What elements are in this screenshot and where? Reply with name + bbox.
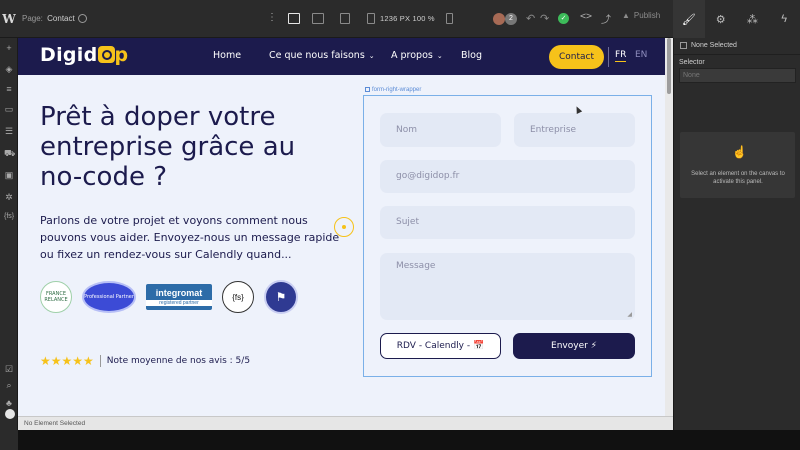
partner-badges: FRANCE RELANCE Professional Partner inte… [40,280,298,314]
pages-icon[interactable]: ▭ [4,104,14,114]
rating-row: ★★★★★ Note moyenne de nos avis : 5/5 [40,354,250,368]
desktop-star-icon[interactable] [288,13,300,24]
pointer-click-icon: ☝ [732,145,747,159]
chevron-down-icon: ⌄ [436,52,443,60]
page-key-label: Page: [22,14,43,23]
nav-what-we-do[interactable]: Ce que nous faisons ⌄ [269,50,375,61]
power-logo-icon [97,46,115,63]
users-icon[interactable]: ♣ [4,398,14,408]
lang-divider [608,47,609,67]
page-name: Contact [47,14,75,23]
integromat-badge: integromat registered partner [146,284,212,310]
nav-blog[interactable]: Blog [461,50,482,61]
finsweet-icon[interactable]: {fs} [4,212,14,222]
lang-en-link[interactable]: EN [635,50,647,60]
name-field[interactable]: Nom [380,113,501,147]
collaborator-count-avatar[interactable]: 2 [505,13,517,25]
style-panel: None Selected Selector None ☝ Select an … [673,38,800,450]
rating-text: Note moyenne de nos avis : 5/5 [106,356,251,366]
digidop-logo[interactable]: Digid p [40,44,128,66]
professional-partner-badge: Professional Partner [82,281,136,313]
bottom-strip [0,430,800,450]
share-icon[interactable]: ⤴ [601,11,611,26]
mobile-landscape-icon[interactable] [367,13,375,24]
mobile-icon[interactable] [446,13,453,24]
search-icon[interactable]: ⌕ [4,380,14,390]
rocket-icon: ▲ [622,11,630,20]
code-export-icon[interactable]: <> [580,11,592,22]
tablet-icon[interactable] [340,13,350,24]
publish-button[interactable]: ▲ Publish [622,11,660,20]
send-button[interactable]: Envoyer ⚡ [513,333,635,359]
interactions-bolt-icon[interactable]: ϟ [768,0,800,38]
element-box-icon [680,42,687,49]
style-brush-icon[interactable]: 🖌 [673,0,705,38]
add-panel-icon[interactable]: + [4,43,14,53]
cms-icon[interactable]: ☰ [4,126,14,136]
custom-cursor-icon [334,217,354,237]
preview-eye-icon[interactable] [78,14,87,23]
chevron-down-icon: ⌄ [368,52,375,60]
form-wrapper-tag[interactable]: form-right-wrapper [365,87,421,93]
email-field[interactable]: go@digidop.fr [380,160,635,193]
assets-icon[interactable]: ▣ [4,170,14,180]
saved-check-icon: ✓ [558,13,569,24]
design-canvas[interactable]: Digid p Home Ce que nous faisons ⌄ A propo… [18,38,673,416]
subject-field[interactable]: Sujet [380,206,635,239]
symbols-icon[interactable]: ◈ [4,64,14,74]
panel-tabs: 🖌 ⚙ ⁂ ϟ [673,0,800,38]
ecommerce-cart-icon[interactable]: ⛟ [4,148,15,158]
empty-state-hint: ☝ Select an element on the canvas to act… [680,132,795,198]
left-toolbar: + ◈ ≡ ▭ ☰ ⛟ ▣ ✲ {fs} ☑ ⌕ ♣ [0,38,18,450]
france-relance-badge: FRANCE RELANCE [40,281,72,313]
contact-button[interactable]: Contact [549,45,604,69]
lang-fr-link[interactable]: FR [615,50,627,62]
breadcrumb-status-bar: No Element Selected [18,416,673,430]
audit-check-icon[interactable]: ☑ [4,364,14,374]
webflow-logo[interactable]: W [0,0,18,38]
settings-gear-icon[interactable]: ⚙ [705,0,737,38]
site-navbar: Digid p Home Ce que nous faisons ⌄ A propo… [18,38,665,75]
undo-icon[interactable]: ↶ [526,12,535,25]
bottom-left-rail [0,430,18,450]
page-selector[interactable]: Page: Contact [22,0,75,38]
nav-home[interactable]: Home [213,50,241,61]
panel-divider [674,54,800,55]
hint-text: Select an element on the canvas to activ… [691,171,785,185]
redo-icon[interactable]: ↷ [540,12,549,25]
hero-paragraph: Parlons de votre projet et voyons commen… [40,214,340,261]
user-avatar[interactable] [493,13,505,25]
more-icon[interactable]: ⋮ [266,12,278,24]
rating-divider [99,355,101,367]
selector-label: Selector [679,59,705,66]
selector-input[interactable]: None [679,68,796,83]
element-box-icon [365,87,370,92]
company-field[interactable]: Entreprise [514,113,635,147]
resize-grip-icon[interactable]: ◢ [627,311,632,318]
message-textarea[interactable]: Message ◢ [380,253,635,320]
canvas-size-readout: 1236 PX 100 % [380,14,435,23]
help-icon[interactable] [5,409,15,419]
finsweet-badge: {fs} [222,281,254,313]
navigator-icon[interactable]: ≡ [4,84,14,94]
laptop-icon[interactable] [312,13,324,24]
hero-title: Prêt à doper votre entreprise grâce au n… [40,102,296,192]
editor-toolbar: W Page: Contact ⋮ 1236 PX 100 % 2 ↶ ↷ ✓ … [0,0,800,38]
canvas-scrollbar[interactable] [665,38,673,416]
settings-icon[interactable]: ✲ [4,192,14,202]
nav-about[interactable]: A propos ⌄ [391,50,443,61]
selection-state: None Selected [680,42,737,49]
bubble-badge-icon: ⚑ [264,280,298,314]
canvas-scrollbar-thumb[interactable] [667,38,671,94]
style-manager-icon[interactable]: ⁂ [737,0,769,38]
calendly-button[interactable]: RDV - Calendly - 📅 [380,333,501,359]
star-rating-icon: ★★★★★ [40,354,94,368]
